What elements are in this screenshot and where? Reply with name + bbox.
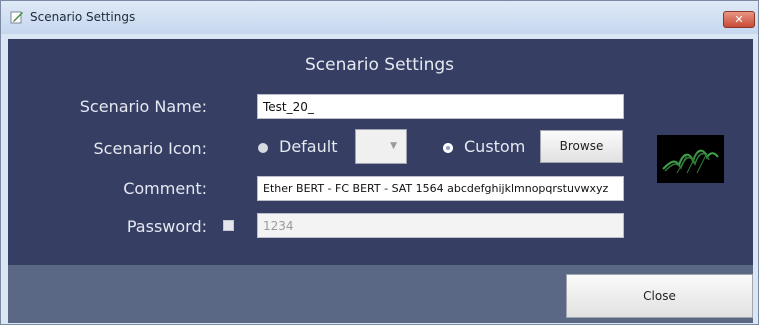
custom-radio-label[interactable]: Custom bbox=[464, 137, 525, 156]
close-button[interactable]: Close bbox=[566, 274, 753, 318]
window-title: Scenario Settings bbox=[30, 10, 136, 24]
scenario-settings-window: Scenario Settings ✕ Scenario Settings Sc… bbox=[0, 0, 759, 325]
comment-label: Comment: bbox=[123, 179, 207, 198]
scenario-name-input[interactable]: Test_20_ bbox=[257, 94, 624, 119]
password-input[interactable]: 1234 bbox=[257, 213, 624, 238]
password-checkbox[interactable] bbox=[223, 220, 234, 231]
password-label: Password: bbox=[126, 217, 207, 236]
browse-button[interactable]: Browse bbox=[540, 130, 623, 163]
default-radio-button[interactable] bbox=[258, 143, 268, 153]
default-radio-label[interactable]: Default bbox=[279, 137, 337, 156]
window-close-button[interactable]: ✕ bbox=[723, 11, 755, 28]
scenario-name-label: Scenario Name: bbox=[79, 97, 207, 116]
green-wave-graph-icon bbox=[662, 149, 719, 174]
title-bar[interactable]: Scenario Settings ✕ bbox=[1, 1, 758, 34]
form-heading: Scenario Settings bbox=[304, 55, 455, 75]
pencil-document-icon bbox=[10, 11, 23, 24]
scenario-icon-label: Scenario Icon: bbox=[93, 139, 207, 158]
custom-radio-button[interactable] bbox=[443, 143, 453, 153]
chevron-down-icon: ▼ bbox=[390, 141, 397, 151]
icon-select-dropdown[interactable]: ▼ bbox=[355, 129, 407, 164]
scenario-icon-preview bbox=[657, 135, 724, 183]
comment-input[interactable]: Ether BERT - FC BERT - SAT 1564 abcdefgh… bbox=[257, 176, 624, 201]
